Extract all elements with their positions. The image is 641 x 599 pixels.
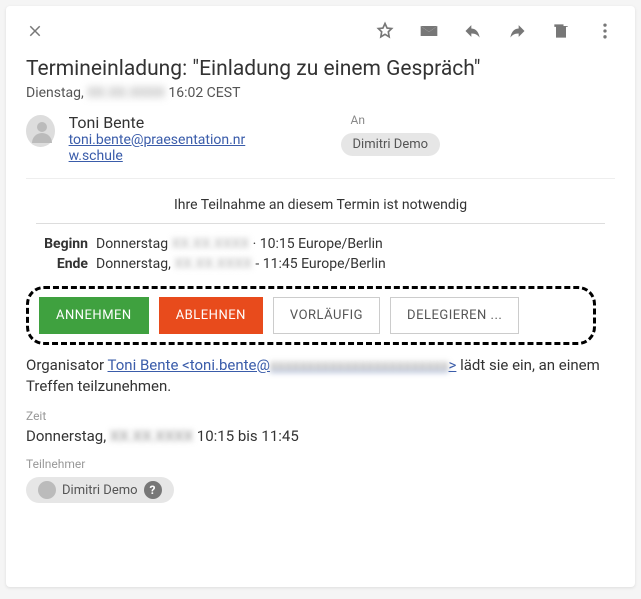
mark-read-icon[interactable] bbox=[419, 21, 439, 45]
to-label: An bbox=[351, 113, 616, 127]
organizer-link[interactable]: Toni Bente <toni.bente@xxxxxxxxxxxxxxxxx… bbox=[108, 356, 457, 374]
recipient-name: Dimitri Demo bbox=[353, 137, 429, 152]
delete-icon[interactable] bbox=[551, 21, 571, 45]
thin-divider bbox=[36, 223, 605, 224]
from-block: Toni Bente toni.bente@prae­sentation.nrw… bbox=[26, 113, 301, 164]
help-icon[interactable]: ? bbox=[144, 481, 162, 499]
star-icon[interactable] bbox=[375, 21, 395, 45]
time-detail: Donnerstag, XX.XX.XXXX 10:15 bis 11:45 bbox=[26, 427, 615, 445]
to-block: An Dimitri Demo bbox=[341, 113, 616, 156]
participant-chip[interactable]: Dimitri Demo ? bbox=[26, 477, 174, 503]
time-section-label: Zeit bbox=[26, 409, 615, 423]
delegate-button[interactable]: DELEGIEREN ... bbox=[390, 297, 519, 334]
times-block: Beginn Donnerstag XX.XX.XXXX · 10:15 Eur… bbox=[32, 236, 615, 272]
tentative-button[interactable]: VORLÄUFIG bbox=[273, 297, 380, 334]
organizer-line: Organisator Toni Bente <toni.bente@xxxxx… bbox=[26, 355, 615, 397]
recipient-chip[interactable]: Dimitri Demo bbox=[341, 133, 441, 156]
email-subject: Termineinladung: "Einladung zu einem Ges… bbox=[26, 57, 615, 81]
participation-note: Ihre Teilnahme an diesem Termin ist notw… bbox=[26, 197, 615, 223]
close-icon[interactable] bbox=[26, 22, 44, 44]
email-panel: Termineinladung: "Einladung zu einem Ges… bbox=[6, 6, 635, 587]
sender-avatar bbox=[26, 115, 55, 147]
end-label: Ende bbox=[32, 256, 88, 272]
avatar-icon bbox=[38, 481, 56, 499]
forward-icon[interactable] bbox=[507, 21, 527, 45]
accept-button[interactable]: ANNEHMEN bbox=[39, 297, 149, 334]
sender-email-link[interactable]: toni.bente@prae­sentation.nrw.schule bbox=[69, 132, 249, 164]
reply-icon[interactable] bbox=[463, 21, 483, 45]
participants-section-label: Teilnehmer bbox=[26, 457, 615, 471]
sender-name: Toni Bente bbox=[69, 113, 145, 132]
divider bbox=[26, 178, 615, 179]
more-icon[interactable] bbox=[595, 21, 615, 45]
email-date: Dienstag, XX.XX.XXXX 16:02 CEST bbox=[26, 85, 615, 101]
participant-name: Dimitri Demo bbox=[62, 483, 138, 498]
rsvp-actions: ANNEHMEN ABLEHNEN VORLÄUFIG DELEGIEREN .… bbox=[26, 286, 596, 345]
toolbar bbox=[26, 21, 615, 45]
begin-label: Beginn bbox=[32, 236, 88, 252]
decline-button[interactable]: ABLEHNEN bbox=[159, 297, 263, 334]
